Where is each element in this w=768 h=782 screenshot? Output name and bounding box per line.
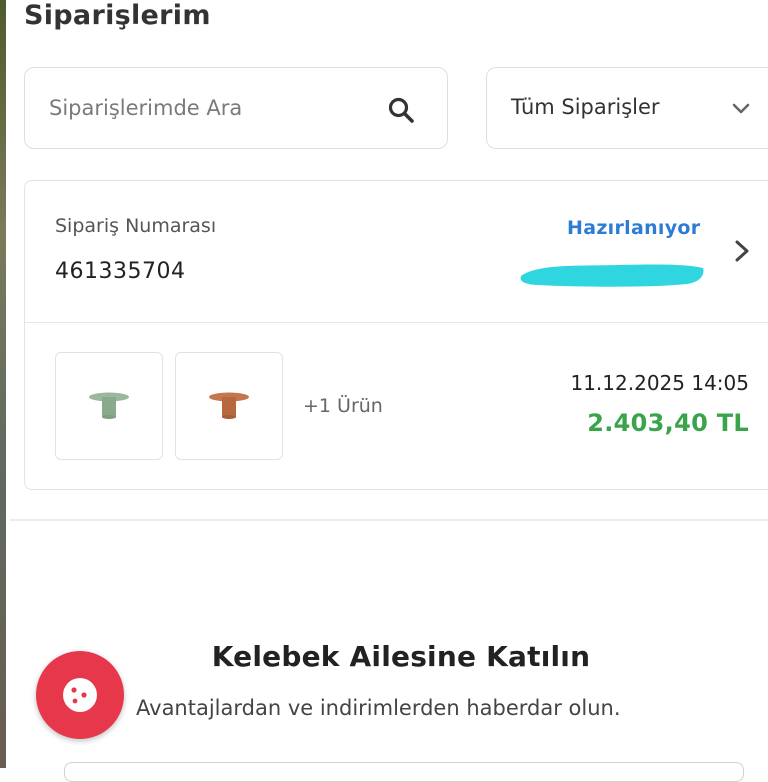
search-box[interactable] bbox=[24, 67, 448, 149]
order-date: 11.12.2025 14:05 bbox=[570, 371, 749, 395]
page-title: Siparişlerim bbox=[24, 0, 211, 31]
cookie-button[interactable] bbox=[36, 651, 124, 739]
search-icon[interactable] bbox=[387, 96, 415, 124]
order-total: 2.403,40 TL bbox=[587, 409, 749, 437]
section-divider bbox=[10, 519, 768, 521]
order-number: 461335704 bbox=[55, 259, 186, 284]
order-status: Hazırlanıyor bbox=[567, 217, 701, 239]
search-input[interactable] bbox=[49, 68, 379, 148]
copper-product-image bbox=[209, 392, 249, 419]
product-thumbnail[interactable] bbox=[55, 352, 163, 460]
chevron-right-icon[interactable] bbox=[731, 239, 753, 263]
product-thumbnail[interactable] bbox=[175, 352, 283, 460]
order-filter-select[interactable]: Tüm Siparişler bbox=[486, 67, 768, 149]
order-number-label: Sipariş Numarası bbox=[55, 215, 217, 237]
filter-selected-value: Tüm Siparişler bbox=[511, 95, 660, 119]
green-product-image bbox=[89, 392, 129, 419]
order-card[interactable]: Sipariş Numarası 461335704 Hazırlanıyor … bbox=[24, 180, 768, 490]
chevron-down-icon bbox=[732, 103, 750, 114]
newsletter-email-field[interactable] bbox=[64, 762, 744, 782]
cookie-icon bbox=[63, 678, 97, 712]
redaction-mark bbox=[520, 264, 704, 287]
newsletter-subtitle: Avantajlardan ve indirimlerden haberdar … bbox=[136, 696, 621, 720]
card-divider bbox=[25, 322, 768, 323]
more-products-label: +1 Ürün bbox=[303, 395, 383, 417]
